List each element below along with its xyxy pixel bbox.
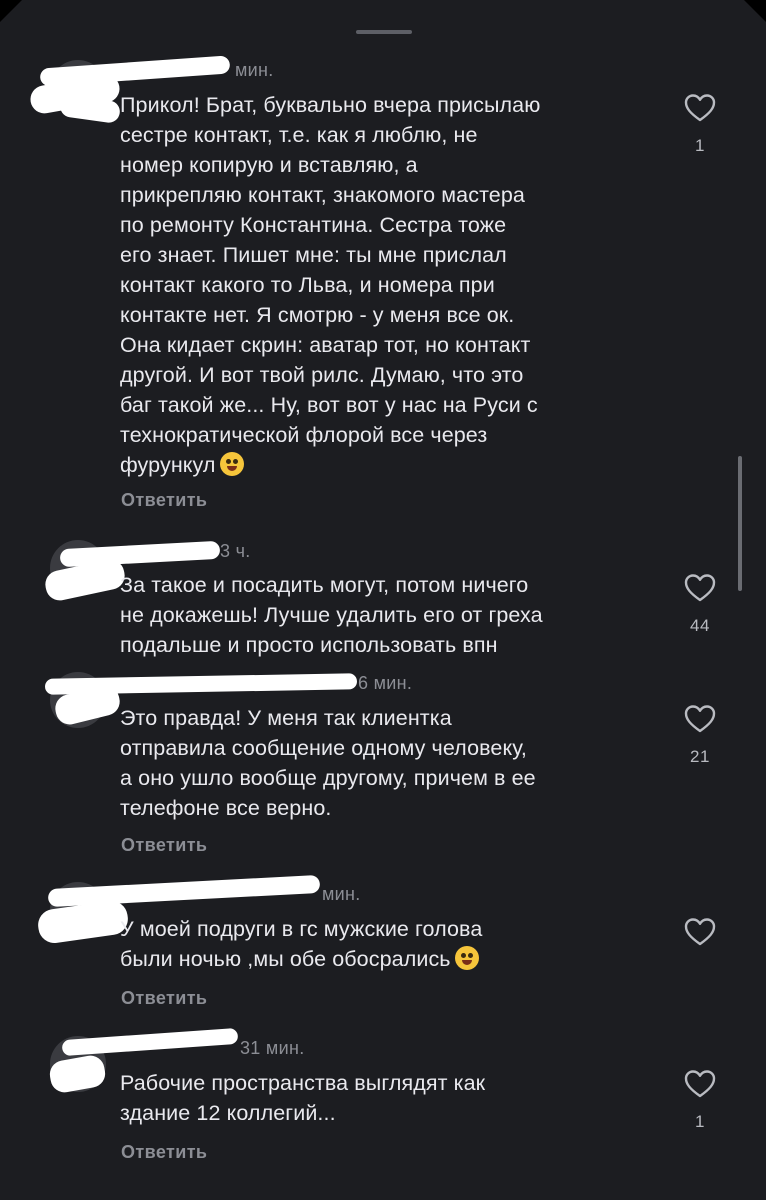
redacted-username bbox=[61, 1027, 239, 1057]
comment-line: телефоне все верно. bbox=[120, 796, 332, 820]
like-control: 44 bbox=[680, 572, 720, 636]
like-count: 1 bbox=[695, 1112, 705, 1131]
comment-line: по ремонту Константина. Сестра тоже bbox=[120, 213, 507, 237]
comment-line: Прикол! Брат, буквально вчера присылаю bbox=[120, 93, 541, 117]
comment-timestamp: мин. bbox=[322, 884, 361, 904]
reply-button[interactable]: Ответить bbox=[121, 1142, 207, 1163]
heart-outline-icon[interactable] bbox=[683, 916, 717, 948]
comment-timestamp: 6 мин. bbox=[358, 673, 413, 693]
screen-corner-right bbox=[744, 0, 766, 22]
comment-line-text: фурункул bbox=[120, 453, 216, 477]
reply-button[interactable]: Ответить bbox=[121, 835, 207, 856]
comment-line: фурункул bbox=[120, 450, 680, 480]
heart-outline-icon[interactable] bbox=[683, 92, 717, 124]
comment-text: За такое и посадить могут, потом ничего … bbox=[120, 570, 680, 660]
comment-line: У моей подруги в гс мужские голова bbox=[120, 917, 483, 941]
comment-line: контакт какого то Льва, и номера при bbox=[120, 273, 495, 297]
comment-line: его знает. Пишет мне: ты мне прислал bbox=[120, 243, 507, 267]
like-control: 1 bbox=[680, 1068, 720, 1132]
sheet-drag-handle[interactable] bbox=[356, 30, 412, 34]
comment-line: отправила сообщение одному человеку, bbox=[120, 736, 527, 760]
comment-line: Рабочие пространства выглядят как bbox=[120, 1071, 486, 1095]
comment-line: прикрепляю контакт, знакомого мастера bbox=[120, 183, 525, 207]
scrollbar-thumb[interactable] bbox=[738, 456, 742, 591]
comment-line: технократической флорой все через bbox=[120, 423, 488, 447]
like-control: 21 bbox=[680, 703, 720, 767]
heart-outline-icon[interactable] bbox=[683, 572, 717, 604]
comment-line: Она кидает скрин: аватар тот, но контакт bbox=[120, 333, 531, 357]
heart-outline-icon[interactable] bbox=[683, 1068, 717, 1100]
heart-outline-icon[interactable] bbox=[683, 703, 717, 735]
like-count: 1 bbox=[695, 136, 705, 155]
comment-line: За такое и посадить могут, потом ничего bbox=[120, 573, 529, 597]
comment-line: не докажешь! Лучше удалить его от греха bbox=[120, 603, 543, 627]
comment-line: баг такой же... Ну, вот вот у нас на Рус… bbox=[120, 393, 538, 417]
like-control bbox=[680, 916, 720, 960]
comment-line: сестре контакт, т.е. как я люблю, не bbox=[120, 123, 478, 147]
comment-timestamp: 31 мин. bbox=[240, 1038, 305, 1058]
like-count: 44 bbox=[690, 616, 710, 635]
redacted-username bbox=[47, 874, 321, 908]
comment-text: Прикол! Брат, буквально вчера присылаю с… bbox=[120, 90, 680, 480]
screen-corner-left bbox=[0, 0, 22, 22]
like-control: 1 bbox=[680, 92, 720, 156]
comments-sheet: мин. Прикол! Брат, буквально вчера присы… bbox=[0, 0, 766, 1200]
comment-text: У моей подруги в гс мужские голова были … bbox=[120, 914, 680, 974]
reply-button[interactable]: Ответить bbox=[121, 988, 207, 1009]
like-count: 21 bbox=[690, 747, 710, 766]
comment-text: Рабочие пространства выглядят как здание… bbox=[120, 1068, 680, 1128]
comment-line: контакте нет. Я смотрю - у меня все ок. bbox=[120, 303, 515, 327]
tears-of-joy-emoji bbox=[454, 946, 479, 970]
comment-text: Это правда! У меня так клиентка отправил… bbox=[120, 703, 680, 823]
comment-timestamp: мин. bbox=[235, 60, 274, 80]
reply-button[interactable]: Ответить bbox=[121, 490, 207, 511]
comment-timestamp: 3 ч. bbox=[220, 541, 251, 561]
comment-line: подальше и просто использовать впн bbox=[120, 633, 498, 657]
comment-line: Это правда! У меня так клиентка bbox=[120, 706, 452, 730]
zany-face-emoji bbox=[219, 452, 244, 476]
comment-line: были ночью ,мы обе обосрались bbox=[120, 944, 680, 974]
comment-line: а оно ушло вообще другому, причем в ее bbox=[120, 766, 536, 790]
comment-line: здание 12 коллегий... bbox=[120, 1101, 336, 1125]
comment-line: номер копирую и вставляю, а bbox=[120, 153, 418, 177]
comment-line-text: были ночью ,мы обе обосрались bbox=[120, 947, 451, 971]
comment-line: другой. И вот твой рилс. Думаю, что это bbox=[120, 363, 524, 387]
